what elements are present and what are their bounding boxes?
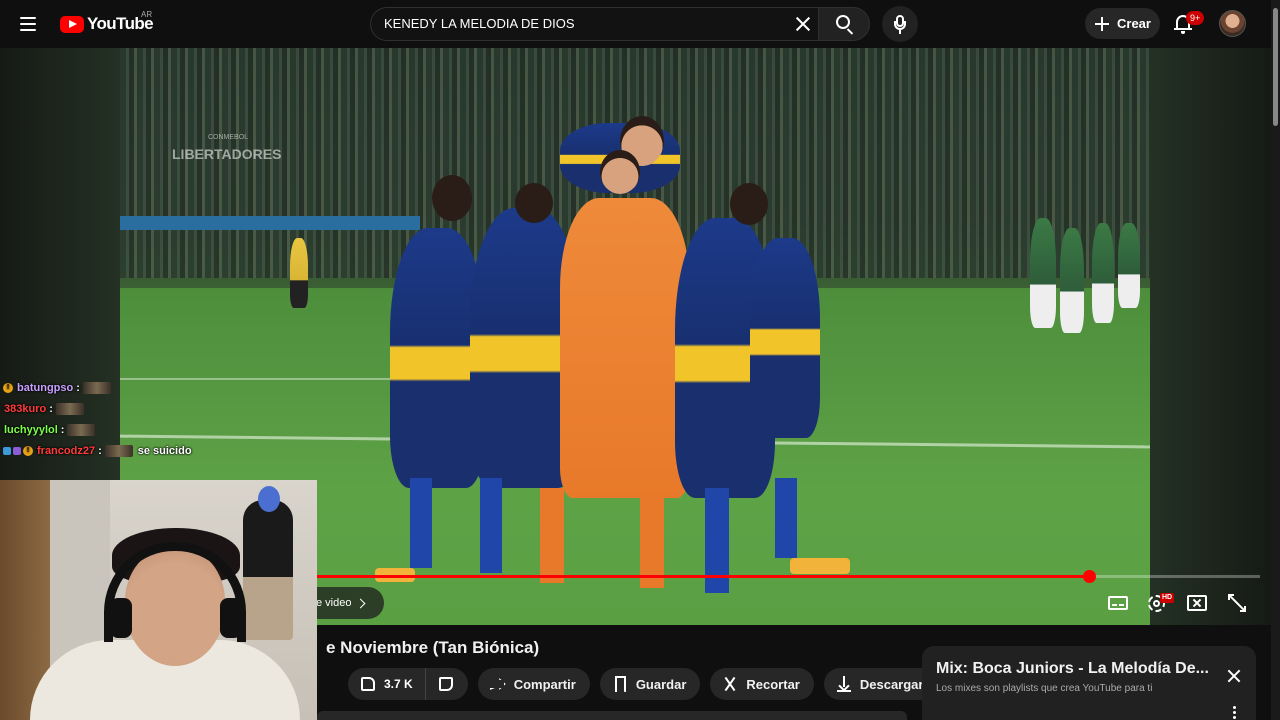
voice-search-button[interactable]	[882, 6, 918, 42]
like-count: 3.7 K	[384, 677, 413, 691]
search-icon	[836, 15, 850, 29]
search-button[interactable]	[818, 7, 870, 41]
next-video-label: e video	[316, 597, 352, 609]
mannequin	[243, 500, 293, 640]
streamer-webcam	[0, 480, 317, 720]
description-box[interactable]	[317, 711, 907, 720]
mix-subtitle: Los mixes son playlists que crea YouTube…	[936, 683, 1153, 694]
search-box[interactable]	[370, 7, 818, 41]
subscriber-badge-icon: !	[3, 382, 13, 393]
hamburger-menu-icon[interactable]	[16, 12, 44, 36]
chat-username: luchyyylol	[4, 423, 58, 436]
chat-message: ! batungpso :	[0, 377, 240, 398]
account-avatar[interactable]	[1219, 10, 1246, 37]
chat-username: batungpso	[17, 381, 74, 394]
share-button[interactable]: Compartir	[477, 668, 590, 700]
scrollbar-thumb[interactable]	[1273, 8, 1278, 126]
video-actions: 3.7 K Compartir Guardar Recortar Descarg…	[348, 668, 980, 700]
watermark-libertadores: LIBERTADORES	[172, 146, 282, 162]
dislike-button[interactable]	[426, 668, 468, 700]
save-label: Guardar	[635, 676, 687, 692]
chat-username: francodz27	[37, 444, 96, 457]
clear-search-icon[interactable]	[793, 14, 813, 34]
save-button[interactable]: Guardar	[599, 668, 701, 700]
download-label: Descargar	[859, 676, 924, 692]
more-vert-icon[interactable]	[1233, 706, 1236, 719]
video-title: e Noviembre (Tan Biónica)	[326, 638, 540, 657]
bookmark-icon	[610, 674, 630, 695]
share-label: Compartir	[513, 676, 576, 692]
page-scrollbar[interactable]	[1271, 0, 1280, 720]
fullscreen-icon[interactable]	[1221, 587, 1253, 619]
emote-icon	[55, 402, 84, 415]
players-huddle	[375, 116, 850, 598]
progress-bar[interactable]	[310, 570, 1260, 583]
gift-badge-icon	[13, 446, 21, 455]
progress-scrubber[interactable]	[1083, 570, 1096, 583]
search-input[interactable]	[384, 16, 784, 31]
diamond-badge-icon	[3, 446, 11, 455]
emote-icon	[82, 381, 111, 394]
stream-chat-overlay: ! batungpso : 383kuro : luchyyylol : ! f…	[0, 377, 240, 461]
thumbs-down-icon	[436, 674, 456, 694]
chevron-right-icon	[356, 598, 366, 608]
emote-icon	[67, 423, 96, 436]
mix-playlist-panel[interactable]: Mix: Boca Juniors - La Melodía De... Los…	[922, 646, 1256, 720]
like-dislike-group: 3.7 K	[348, 668, 468, 700]
watermark-conmebol: CONMEBOL	[208, 134, 249, 141]
download-button[interactable]: Descargar	[823, 668, 938, 700]
youtube-logo[interactable]: YouTube	[60, 13, 154, 35]
chat-username: 383kuro	[4, 402, 47, 415]
thumbs-up-icon	[358, 674, 378, 694]
top-bar: YouTube AR Crear 9+	[0, 0, 1280, 48]
settings-gear-icon[interactable]	[1141, 587, 1173, 619]
create-button[interactable]: Crear	[1085, 8, 1160, 39]
share-icon	[488, 674, 508, 694]
chat-message: 383kuro :	[0, 398, 240, 419]
download-icon	[834, 674, 854, 694]
chat-message: ! francodz27 : se suicido	[0, 440, 240, 461]
clip-label: Recortar	[746, 676, 800, 692]
progress-played	[310, 575, 1089, 578]
emote-icon	[104, 444, 133, 457]
youtube-play-icon	[60, 15, 84, 33]
mix-title[interactable]: Mix: Boca Juniors - La Melodía De...	[936, 660, 1216, 678]
chat-message: luchyyylol :	[0, 419, 240, 440]
country-code: AR	[141, 10, 153, 19]
hd-badge: HD	[1160, 593, 1175, 603]
close-icon[interactable]	[1224, 666, 1244, 686]
chat-text: se suicido	[137, 444, 192, 457]
subscriber-badge-icon: !	[23, 445, 33, 456]
like-button[interactable]: 3.7 K	[348, 668, 426, 700]
miniplayer-icon[interactable]	[1181, 587, 1213, 619]
clip-button[interactable]: Recortar	[710, 668, 814, 700]
notification-badge: 9+	[1186, 11, 1205, 25]
scissors-icon	[720, 674, 740, 694]
create-label: Crear	[1117, 16, 1151, 31]
subtitles-icon[interactable]	[1102, 587, 1134, 619]
plus-icon	[1095, 16, 1109, 31]
